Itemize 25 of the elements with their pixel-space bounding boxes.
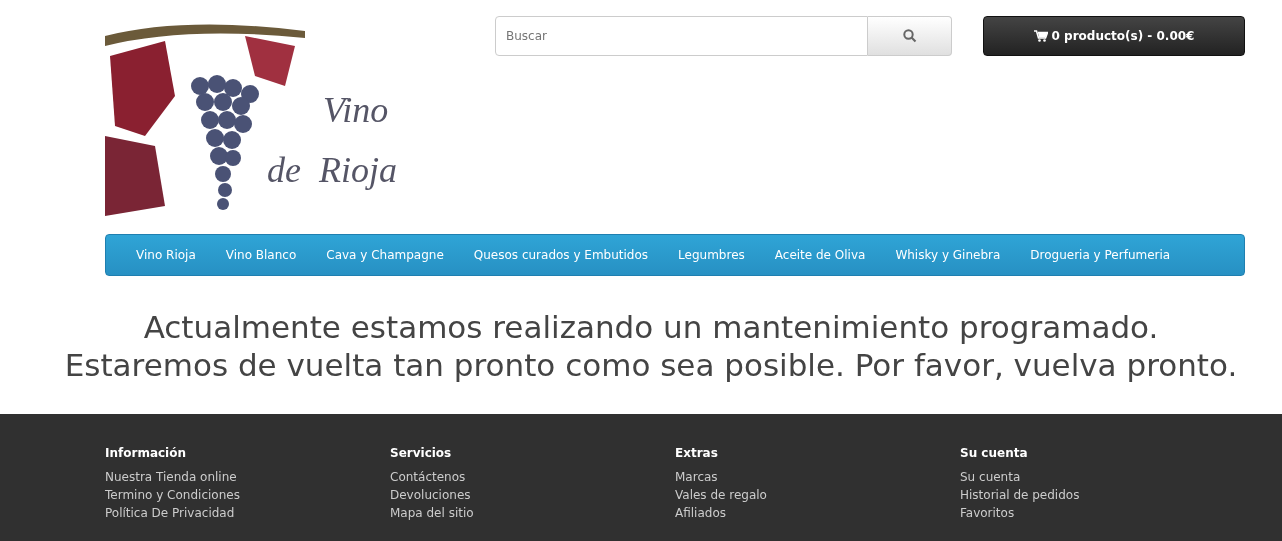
footer-link[interactable]: Política De Privacidad	[105, 504, 390, 522]
footer-link[interactable]: Marcas	[675, 468, 960, 486]
footer-link[interactable]: Contáctenos	[390, 468, 675, 486]
footer-link[interactable]: Devoluciones	[390, 486, 675, 504]
footer-link[interactable]: Vales de regalo	[675, 486, 960, 504]
footer-link[interactable]: Afiliados	[675, 504, 960, 522]
footer-link[interactable]: Termino y Condiciones	[105, 486, 390, 504]
footer-heading: Información	[105, 445, 187, 462]
search-button[interactable]	[868, 16, 952, 56]
footer-link[interactable]: Mapa del sitio	[390, 504, 675, 522]
footer-link[interactable]: Favoritos	[960, 504, 1245, 522]
footer-link[interactable]: Nuestra Tienda online	[105, 468, 390, 486]
footer-link[interactable]: Historial de pedidos	[960, 486, 1245, 504]
footer-link[interactable]: Su cuenta	[960, 468, 1245, 486]
logo-text: de Rioja	[267, 152, 397, 188]
logo-text: Vino	[323, 92, 389, 128]
cart-button[interactable]: 0 producto(s) - 0.00€	[983, 16, 1245, 56]
cart-icon	[1033, 30, 1048, 42]
maintenance-message: Actualmente estamos realizando un mantenimiento programado.	[142, 308, 1160, 346]
maintenance-message: Estaremos de vuelta tan pronto como sea posible. Por favor, vuelva pronto.	[63, 346, 1239, 384]
search-icon	[902, 29, 917, 43]
footer-heading: Extras	[675, 445, 719, 462]
footer-heading: Su cuenta	[960, 445, 1029, 462]
footer-heading: Servicios	[390, 445, 453, 462]
search-field[interactable]: Buscar	[495, 16, 868, 56]
